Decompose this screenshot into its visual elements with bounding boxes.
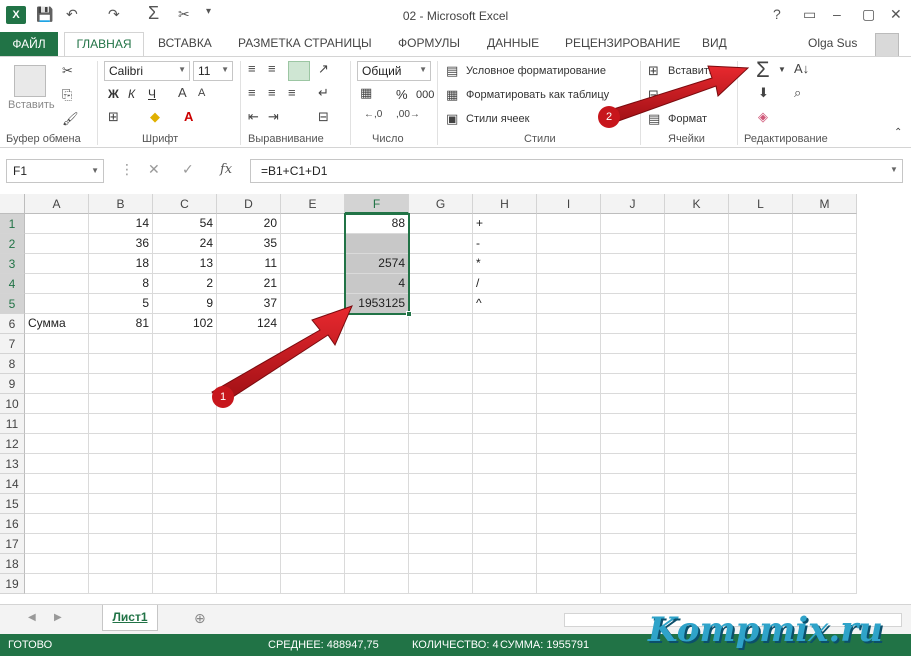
watermark: Kompmix.ru [648,610,883,650]
status-ready: ГОТОВО [8,639,53,651]
annotation-badge-1: 1 [212,386,234,408]
annotation-badge-2: 2 [598,106,620,128]
arrow-2 [603,65,750,125]
scroll-right-icon[interactable]: ▶ [54,612,62,623]
status-sum: СУММА: 1955791 [500,639,590,651]
status-count: КОЛИЧЕСТВО: 4 [412,639,499,651]
add-sheet-icon[interactable]: ⊕ [194,610,206,627]
status-average: СРЕДНЕЕ: 488947,75 [268,639,379,651]
arrow-1 [211,305,353,405]
sheet-tab-1[interactable]: Лист1 [102,605,158,631]
scroll-left-icon[interactable]: ◀ [28,612,36,623]
annotation-arrows [211,65,750,405]
